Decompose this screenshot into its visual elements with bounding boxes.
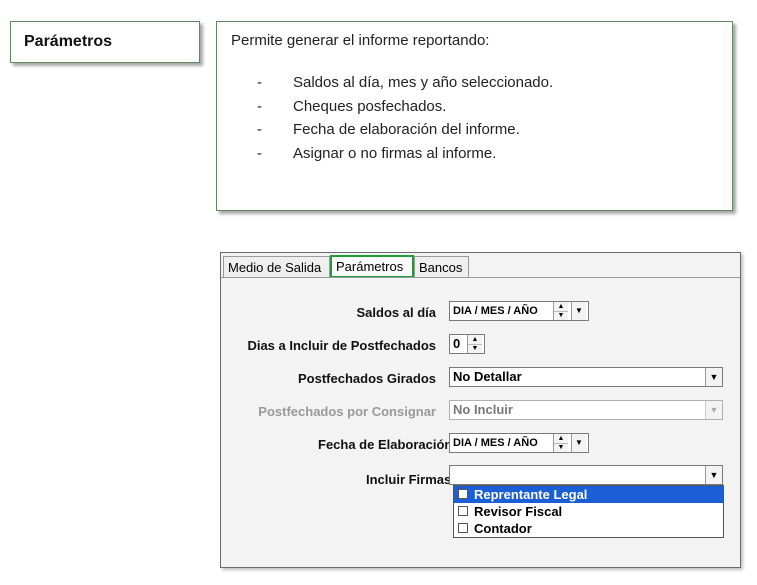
dias-spin-buttons[interactable]: ▲ ▼ <box>467 335 482 353</box>
consignar-select: No Incluir ▼ <box>449 400 723 420</box>
bullet-dash: - <box>257 97 262 115</box>
list-item: - Fecha de elaboración del informe. <box>257 121 553 145</box>
consignar-label: Postfechados por Consignar <box>258 404 436 419</box>
spin-down-icon[interactable]: ▼ <box>468 344 482 353</box>
firmas-select[interactable]: ▼ <box>449 465 723 485</box>
firmas-option-revisor[interactable]: Revisor Fiscal <box>454 503 723 520</box>
spin-down-icon[interactable]: ▼ <box>554 443 568 452</box>
bullet-dash: - <box>257 144 262 162</box>
fecha-dropdown-button[interactable]: ▼ <box>571 434 586 452</box>
chevron-down-icon: ▼ <box>705 401 722 419</box>
girados-select[interactable]: No Detallar ▼ <box>449 367 723 387</box>
checkbox[interactable] <box>458 523 468 533</box>
tab-parametros[interactable]: Parámetros <box>330 255 414 278</box>
bullet-dash: - <box>257 121 262 138</box>
parameters-dialog: Medio de Salida Parámetros Bancos Saldos… <box>220 252 741 568</box>
firmas-option-contador[interactable]: Contador <box>454 520 723 537</box>
bullet-dash: - <box>257 74 262 91</box>
description-list: - Saldos al día, mes y año seleccionado. … <box>257 74 553 168</box>
option-label: Reprentante Legal <box>474 487 588 502</box>
girados-value: No Detallar <box>453 369 522 384</box>
checkbox[interactable] <box>458 506 468 516</box>
list-item-text: Asignar o no firmas al informe. <box>293 144 497 162</box>
girados-label: Postfechados Girados <box>298 371 436 386</box>
tab-divider <box>221 277 740 278</box>
tab-bancos[interactable]: Bancos <box>414 256 469 277</box>
saldos-label: Saldos al día <box>356 305 436 320</box>
tab-medio-de-salida[interactable]: Medio de Salida <box>223 256 330 277</box>
saldos-date-value: DIA / MES / AÑO <box>453 305 538 317</box>
fecha-label: Fecha de Elaboración <box>318 437 449 452</box>
section-label: Parámetros <box>24 33 113 50</box>
firmas-dropdown-list: Reprentante Legal Revisor Fiscal Contado… <box>453 485 724 538</box>
consignar-value: No Incluir <box>453 402 513 417</box>
chevron-down-icon[interactable]: ▼ <box>705 466 722 484</box>
section-label-box: Parámetros <box>10 21 200 63</box>
dias-spinner[interactable]: 0 ▲ ▼ <box>449 334 485 354</box>
list-item-text: Fecha de elaboración del informe. <box>293 121 520 138</box>
list-item: - Cheques posfechados. <box>257 98 553 122</box>
fecha-spin-buttons[interactable]: ▲ ▼ <box>553 434 568 452</box>
list-item-text: Saldos al día, mes y año seleccionado. <box>293 74 554 91</box>
list-item-text: Cheques posfechados. <box>293 97 447 115</box>
spin-down-icon[interactable]: ▼ <box>554 311 568 320</box>
dias-value: 0 <box>453 336 461 351</box>
saldos-spin-buttons[interactable]: ▲ ▼ <box>553 302 568 320</box>
fecha-date-value: DIA / MES / AÑO <box>453 437 538 449</box>
description-intro: Permite generar el informe reportando: <box>231 32 490 49</box>
firmas-option-representante[interactable]: Reprentante Legal <box>454 486 723 503</box>
dias-label: Dias a Incluir de Postfechados <box>247 338 436 353</box>
saldos-dropdown-button[interactable]: ▼ <box>571 302 586 320</box>
description-box: Permite generar el informe reportando: -… <box>216 21 733 211</box>
list-item: - Asignar o no firmas al informe. <box>257 145 553 169</box>
list-item: - Saldos al día, mes y año seleccionado. <box>257 74 553 98</box>
saldos-date-picker[interactable]: DIA / MES / AÑO ▲ ▼ ▼ <box>449 301 589 321</box>
chevron-down-icon[interactable]: ▼ <box>705 368 722 386</box>
firmas-label: Incluir Firmas <box>366 472 449 487</box>
option-label: Revisor Fiscal <box>474 504 563 519</box>
fecha-date-picker[interactable]: DIA / MES / AÑO ▲ ▼ ▼ <box>449 433 589 453</box>
option-label: Contador <box>474 521 532 536</box>
checkbox[interactable] <box>458 489 468 499</box>
